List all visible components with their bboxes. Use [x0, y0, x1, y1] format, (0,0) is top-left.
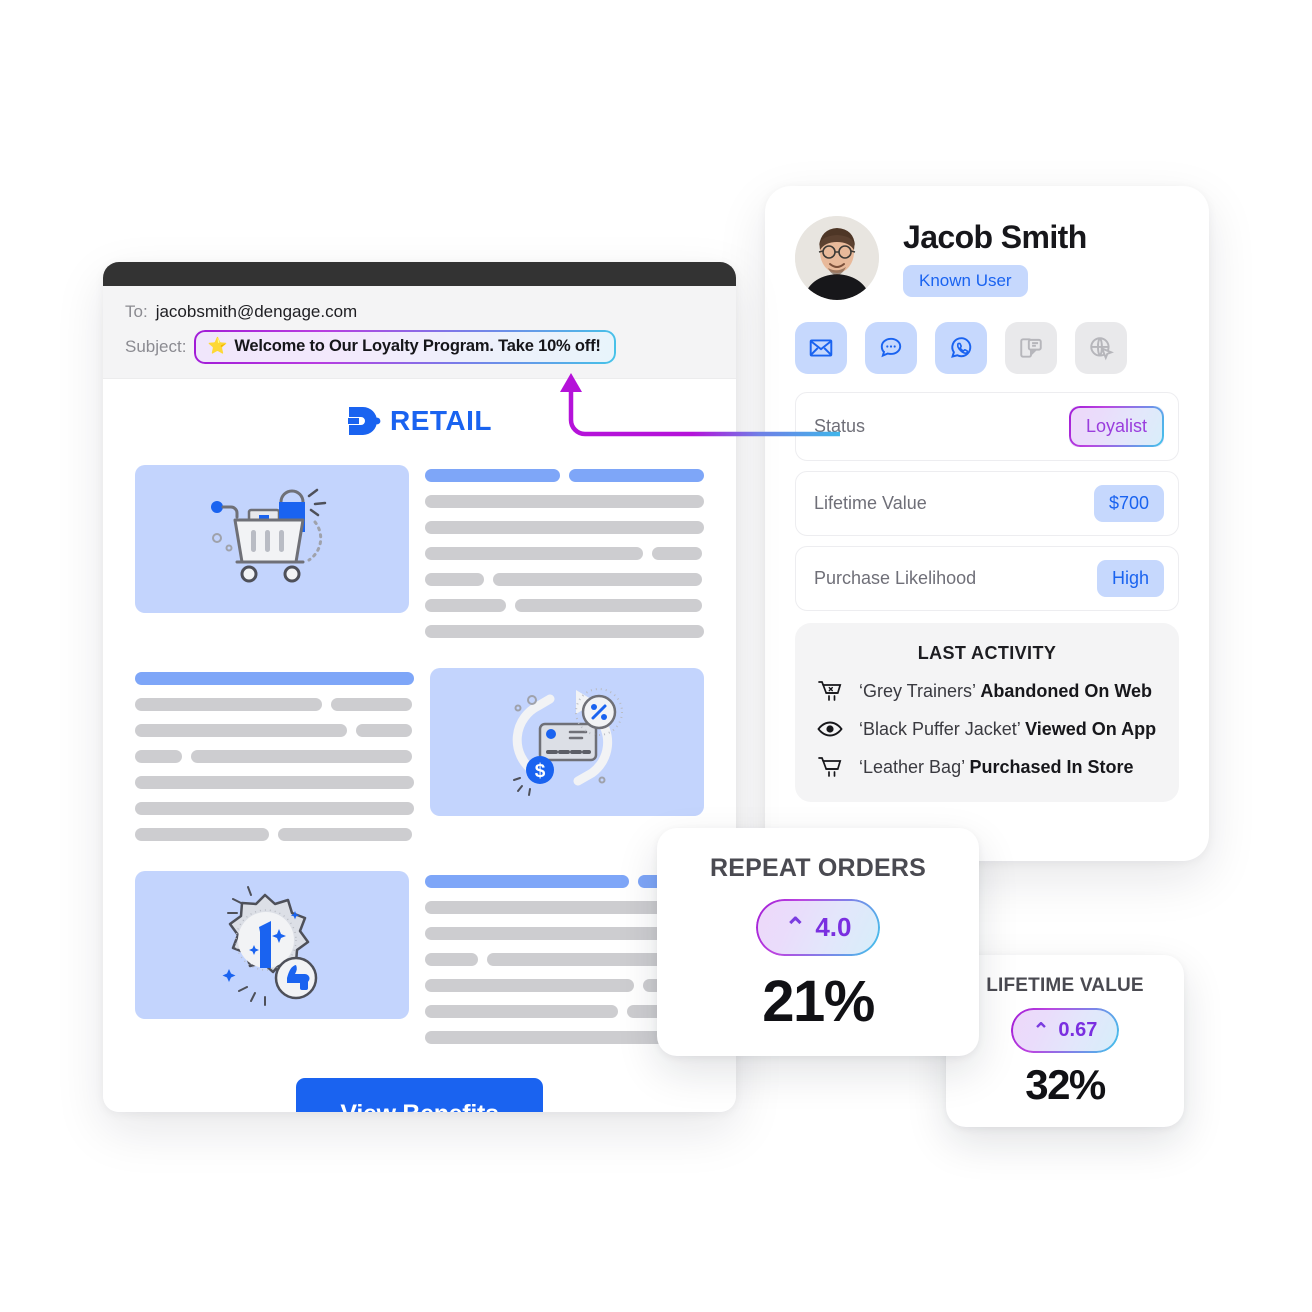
eye-icon — [815, 716, 845, 742]
avatar-photo-icon — [795, 216, 879, 300]
email-cta-wrap: View Benefits — [135, 1074, 704, 1112]
text-line-row — [425, 599, 704, 612]
last-activity-title: LAST ACTIVITY — [917, 643, 1057, 663]
email-subject-label: Subject: — [125, 337, 187, 356]
cashback-card-illustration: $ — [430, 668, 704, 816]
email-content-block — [135, 871, 704, 1044]
email-subject-value: Welcome to Our Loyalty Program. Take 10%… — [234, 337, 601, 355]
activity-item: ‘Black Puffer Jacket’ Viewed On App — [815, 716, 1159, 742]
profile-header: Jacob Smith Known User — [795, 216, 1179, 300]
caret-up-icon: ⌃ — [784, 912, 807, 942]
purchase-likelihood-badge[interactable]: High — [1096, 560, 1164, 597]
attribute-key: Lifetime Value — [814, 493, 927, 513]
email-text-lines — [135, 668, 414, 841]
lifetime-value-stat-card: LIFETIME VALUE ⌃ 0.67 32% — [946, 955, 1184, 1127]
stat-delta: 4.0 — [815, 912, 852, 942]
text-line-row — [135, 750, 414, 763]
cashback-icon: $ — [512, 688, 623, 796]
text-line-row — [425, 521, 704, 534]
lifetime-value-delta-pill: ⌃ 0.67 — [1012, 1010, 1118, 1051]
email-content-block — [135, 465, 704, 638]
activity-item: ‘Grey Trainers’ Abandoned On Web — [815, 678, 1159, 704]
profile-attribute-purchase-likelihood: Purchase Likelihood High — [795, 546, 1179, 611]
sms-chat-channel-icon[interactable] — [865, 322, 917, 374]
text-line-row — [135, 698, 414, 711]
activity-text: ‘Grey Trainers’ Abandoned On Web — [859, 680, 1153, 701]
repeat-orders-stat-card: REPEAT ORDERS ⌃ 4.0 21% — [657, 828, 979, 1056]
dengage-d-mark-icon — [347, 407, 381, 435]
text-line-row — [135, 672, 414, 685]
status-value-badge[interactable]: Loyalist — [1068, 406, 1164, 447]
activity-text: ‘Leather Bag’ Purchased In Store — [859, 756, 1134, 777]
email-window-titlebar — [103, 262, 736, 286]
attribute-key: Status — [814, 416, 866, 436]
text-line-row — [135, 802, 414, 815]
text-line-row — [425, 625, 704, 638]
shopping-cart-icon — [211, 488, 327, 582]
email-to-row: To: jacobsmith@dengage.com — [125, 302, 714, 322]
repeat-orders-delta-pill: ⌃ 4.0 — [757, 901, 879, 954]
whatsapp-icon — [951, 337, 972, 358]
rank-one-badge-icon — [222, 885, 318, 1006]
text-line-row — [135, 776, 414, 789]
profile-name: Jacob Smith — [903, 219, 1087, 255]
push-notification-channel-icon[interactable] — [1005, 322, 1057, 374]
envelope-icon — [809, 339, 833, 357]
chat-bubble-icon — [880, 337, 902, 358]
cart-remove-icon — [815, 678, 845, 704]
email-to-label: To: — [125, 302, 148, 321]
globe-cursor-icon — [1090, 337, 1114, 361]
screenshot-root: To: jacobsmith@dengage.com Subject: ⭐ We… — [0, 0, 1312, 1312]
text-line-row — [425, 469, 704, 482]
text-line-row — [425, 495, 704, 508]
text-line-row — [425, 547, 704, 560]
profile-identity: Jacob Smith Known User — [903, 219, 1087, 297]
email-subject-row: Subject: ⭐ Welcome to Our Loyalty Progra… — [125, 330, 714, 364]
known-user-badge: Known User — [903, 265, 1028, 297]
email-header: To: jacobsmith@dengage.com Subject: ⭐ We… — [103, 286, 736, 379]
profile-attribute-status: Status Loyalist — [795, 392, 1179, 461]
email-subject-field[interactable]: ⭐ Welcome to Our Loyalty Program. Take 1… — [194, 330, 616, 364]
stat-value: 32% — [1025, 1061, 1106, 1108]
customer-profile-card: Jacob Smith Known User Status Loyalist L… — [765, 186, 1209, 861]
text-line-row — [425, 573, 704, 586]
whatsapp-channel-icon[interactable] — [935, 322, 987, 374]
stat-title: LIFETIME VALUE — [986, 975, 1144, 996]
caret-up-icon: ⌃ — [1032, 1020, 1050, 1042]
text-line-row — [135, 724, 414, 737]
cart-icon — [815, 754, 845, 780]
brand-name: RETAIL — [389, 405, 493, 436]
profile-attribute-lifetime-value: Lifetime Value $700 — [795, 471, 1179, 536]
shopping-cart-illustration — [135, 465, 409, 613]
svg-text:$: $ — [535, 761, 546, 782]
attribute-key: Purchase Likelihood — [814, 568, 977, 588]
activity-text: ‘Black Puffer Jacket’ Viewed On App — [859, 718, 1157, 739]
email-body: RETAIL $ — [103, 379, 736, 1112]
email-preview-card: To: jacobsmith@dengage.com Subject: ⭐ We… — [103, 262, 736, 1112]
avatar — [795, 216, 879, 300]
text-line-row — [135, 828, 414, 841]
lifetime-value-badge[interactable]: $700 — [1093, 485, 1164, 522]
email-content-block: $ — [135, 668, 704, 841]
stat-title: REPEAT ORDERS — [709, 854, 927, 882]
loyalty-badge-illustration — [135, 871, 409, 1019]
channel-icons-row — [795, 322, 1179, 374]
star-icon: ⭐ — [207, 337, 228, 355]
last-activity-card: LAST ACTIVITY ‘Grey Trainers’ Abandoned … — [795, 623, 1179, 802]
email-text-lines — [425, 465, 704, 638]
stat-value: 21% — [762, 969, 875, 1034]
stat-delta: 0.67 — [1058, 1019, 1098, 1041]
mobile-push-icon — [1020, 338, 1042, 358]
email-to-value: jacobsmith@dengage.com — [155, 302, 358, 321]
email-channel-icon[interactable] — [795, 322, 847, 374]
view-benefits-button[interactable]: View Benefits — [296, 1078, 543, 1112]
activity-item: ‘Leather Bag’ Purchased In Store — [815, 754, 1159, 780]
brand-logo: RETAIL — [135, 405, 704, 437]
web-push-channel-icon[interactable] — [1075, 322, 1127, 374]
